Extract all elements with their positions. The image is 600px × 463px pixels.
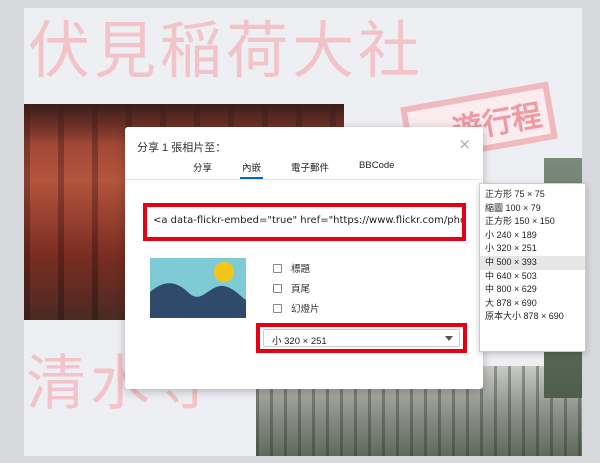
option-footer-row[interactable]: 頁尾 — [273, 278, 320, 298]
dropdown-option[interactable]: 大 878 × 690 — [480, 297, 585, 311]
option-label: 頁尾 — [291, 284, 311, 295]
slideshow-checkbox[interactable] — [273, 303, 282, 313]
tab-bbcode[interactable]: BBCode — [357, 159, 396, 179]
dropdown-option[interactable]: 原本大小 878 × 690 — [480, 310, 585, 324]
dropdown-option[interactable]: 正方形 150 × 150 — [480, 215, 585, 229]
size-select-value: 小 320 × 251 — [272, 336, 327, 347]
dropdown-option[interactable]: 中 800 × 629 — [480, 283, 585, 297]
size-select[interactable]: 小 320 × 251 — [263, 329, 460, 347]
tab-email[interactable]: 電子郵件 — [289, 159, 331, 179]
tab-divider — [125, 179, 483, 180]
modal-title: 分享 1 張相片至： — [137, 142, 227, 154]
option-slideshow-row[interactable]: 幻燈片 — [273, 298, 320, 318]
dropdown-option-highlighted[interactable]: 中 500 × 393 — [480, 255, 585, 270]
chevron-down-icon — [445, 336, 453, 341]
option-title-row[interactable]: 標題 — [273, 258, 320, 278]
dropdown-option[interactable]: 正方形 75 × 75 — [480, 188, 585, 202]
tab-embed[interactable]: 內嵌 — [240, 159, 264, 179]
image-placeholder-icon — [150, 258, 246, 318]
dropdown-option[interactable]: 小 240 × 189 — [480, 229, 585, 243]
embed-options: 標題 頁尾 幻燈片 — [273, 258, 320, 318]
share-tabs: 分享 內嵌 電子郵件 BBCode — [125, 159, 483, 179]
tab-share[interactable]: 分享 — [191, 159, 214, 179]
dropdown-option[interactable]: 縮圖 100 × 79 — [480, 202, 585, 216]
bg-title-top: 伏見稲荷大社 — [28, 14, 425, 87]
dropdown-option[interactable]: 小 320 × 251 — [480, 242, 585, 256]
size-select-highlight: 小 320 × 251 — [256, 323, 467, 353]
size-dropdown-list: 正方形 75 × 75 縮圖 100 × 79 正方形 150 × 150 小 … — [479, 183, 586, 352]
share-modal: 分享 1 張相片至： × 分享 內嵌 電子郵件 BBCode <a data-f… — [125, 127, 483, 389]
footer-checkbox[interactable] — [273, 283, 282, 293]
title-checkbox[interactable] — [273, 263, 282, 273]
option-label: 標題 — [291, 264, 311, 275]
close-icon[interactable]: × — [458, 137, 471, 152]
dropdown-option[interactable]: 中 640 × 503 — [480, 270, 585, 284]
option-label: 幻燈片 — [291, 304, 320, 315]
embed-code-field[interactable]: <a data-flickr-embed="true" href="https:… — [153, 215, 462, 226]
embed-code-highlight: <a data-flickr-embed="true" href="https:… — [143, 203, 466, 241]
